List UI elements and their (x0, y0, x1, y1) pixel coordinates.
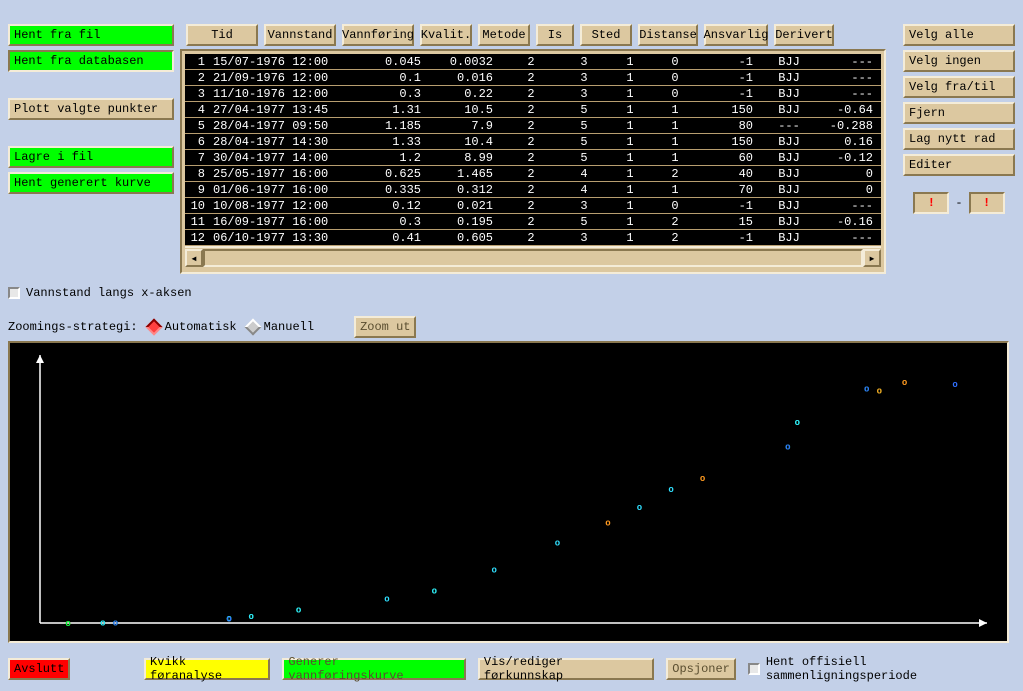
svg-text:o: o (296, 605, 301, 615)
zoom-strategy-label: Zoomings-strategi: (8, 320, 138, 334)
table-row[interactable]: 311/10-1976 12:000.30.222310-1BJJ--- (185, 86, 881, 102)
hent-fra-fil-button[interactable]: Hent fra fil (8, 24, 174, 46)
svg-text:o: o (432, 586, 437, 596)
zoom-manual-label: Manuell (264, 320, 314, 334)
col-distanse-button[interactable]: Distanse (638, 24, 698, 46)
svg-text:o: o (555, 539, 560, 549)
hent-fra-databasen-button[interactable]: Hent fra databasen (8, 50, 174, 72)
data-table: 115/07-1976 12:000.0450.00322310-1BJJ---… (180, 49, 886, 274)
table-row[interactable]: 825/05-1977 16:000.6251.465241240BJJ0 (185, 166, 881, 182)
hent-offisiell-checkbox[interactable] (748, 663, 760, 675)
velg-ingen-button[interactable]: Velg ingen (903, 50, 1015, 72)
svg-text:o: o (384, 594, 389, 604)
zoom-auto-radio[interactable] (145, 319, 162, 336)
lagre-i-fil-button[interactable]: Lagre i fil (8, 146, 174, 168)
range-from-value: ! (928, 196, 935, 210)
zoom-manual-radio[interactable] (244, 319, 261, 336)
table-row[interactable]: 901/06-1977 16:000.3350.312241170BJJ0 (185, 182, 881, 198)
col-tid-button[interactable]: Tid (186, 24, 258, 46)
table-row[interactable]: 1206/10-1977 13:300.410.6052312-1BJJ--- (185, 230, 881, 246)
velg-alle-button[interactable]: Velg alle (903, 24, 1015, 46)
col-kvalit-button[interactable]: Kvalit. (420, 24, 472, 46)
svg-text:o: o (952, 380, 957, 390)
avslutt-button[interactable]: Avslutt (8, 658, 70, 680)
data-table-body[interactable]: 115/07-1976 12:000.0450.00322310-1BJJ---… (185, 54, 881, 246)
xaxis-checkbox[interactable] (8, 287, 20, 299)
col-derivert-button[interactable]: Derivert (774, 24, 834, 46)
table-row[interactable]: 115/07-1976 12:000.0450.00322310-1BJJ--- (185, 54, 881, 70)
table-h-scrollbar[interactable]: ◂ ▸ (185, 246, 881, 268)
editer-button[interactable]: Editer (903, 154, 1015, 176)
svg-text:o: o (877, 387, 882, 397)
svg-text:o: o (785, 443, 790, 453)
svg-text:o: o (113, 619, 118, 629)
zoom-ut-button[interactable]: Zoom ut (354, 316, 416, 338)
svg-text:o: o (605, 519, 610, 529)
scroll-track[interactable] (203, 249, 863, 267)
scroll-left-arrow-icon[interactable]: ◂ (185, 249, 203, 267)
col-metode-button[interactable]: Metode (478, 24, 530, 46)
opsjoner-button[interactable]: Opsjoner (666, 658, 736, 680)
svg-text:o: o (492, 565, 497, 575)
svg-text:o: o (700, 474, 705, 484)
table-row[interactable]: 427/04-1977 13:451.3110.52511150BJJ-0.64 (185, 102, 881, 118)
plott-valgte-punkter-button[interactable]: Plott valgte punkter (8, 98, 174, 120)
range-separator: - (955, 196, 962, 210)
scroll-right-arrow-icon[interactable]: ▸ (863, 249, 881, 267)
velg-fra-til-button[interactable]: Velg fra/til (903, 76, 1015, 98)
table-row[interactable]: 1010/08-1977 12:000.120.0212310-1BJJ--- (185, 198, 881, 214)
col-sted-button[interactable]: Sted (580, 24, 632, 46)
col-vannforing-button[interactable]: Vannføring (342, 24, 414, 46)
scatter-plot[interactable]: ooooooooooooooooooooooooooooooooo (8, 341, 1009, 643)
table-row[interactable]: 1116/09-1977 16:000.30.195251215BJJ-0.16 (185, 214, 881, 230)
zoom-auto-label: Automatisk (165, 320, 237, 334)
table-row[interactable]: 528/04-1977 09:501.1857.9251180----0.288 (185, 118, 881, 134)
hent-generert-kurve-button[interactable]: Hent generert kurve (8, 172, 174, 194)
svg-text:o: o (795, 418, 800, 428)
svg-text:o: o (65, 619, 70, 629)
col-ansvarlig-button[interactable]: Ansvarlig (704, 24, 768, 46)
col-vannstand-button[interactable]: Vannstand (264, 24, 336, 46)
lag-nytt-rad-button[interactable]: Lag nytt rad (903, 128, 1015, 150)
range-to-input[interactable]: ! (969, 192, 1005, 214)
col-is-button[interactable]: Is (536, 24, 574, 46)
range-to-value: ! (983, 196, 990, 210)
svg-text:o: o (637, 503, 642, 513)
table-row[interactable]: 221/09-1976 12:000.10.0162310-1BJJ--- (185, 70, 881, 86)
svg-text:o: o (100, 619, 105, 629)
table-row[interactable]: 730/04-1977 14:001.28.99251160BJJ-0.12 (185, 150, 881, 166)
range-from-input[interactable]: ! (913, 192, 949, 214)
svg-text:o: o (864, 385, 869, 395)
xaxis-checkbox-label: Vannstand langs x-aksen (26, 286, 192, 300)
hent-offisiell-label: Hent offisiell sammenligningsperiode (766, 655, 1023, 683)
kvikk-foranalyse-button[interactable]: Kvikk føranalyse (144, 658, 270, 680)
fjern-button[interactable]: Fjern (903, 102, 1015, 124)
svg-text:o: o (668, 485, 673, 495)
svg-text:o: o (902, 378, 907, 388)
vis-rediger-forkunnskap-button[interactable]: Vis/rediger førkunnskap (478, 658, 654, 680)
svg-text:o: o (248, 612, 253, 622)
table-row[interactable]: 628/04-1977 14:301.3310.42511150BJJ0.16 (185, 134, 881, 150)
svg-text:o: o (226, 615, 231, 625)
generer-vannforingskurve-button[interactable]: Generer vannføringskurve (282, 658, 466, 680)
